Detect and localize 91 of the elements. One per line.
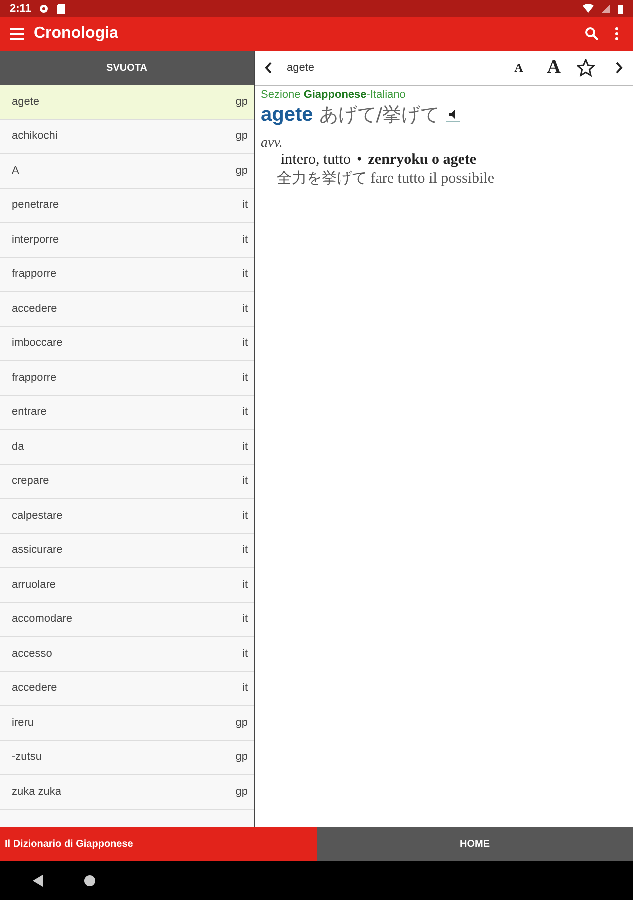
history-item[interactable]: interporre it	[0, 223, 254, 258]
language-code: it	[242, 302, 248, 315]
language-code: gp	[236, 96, 248, 108]
language-code: it	[242, 406, 248, 418]
wifi-icon	[583, 4, 594, 13]
menu-icon[interactable]	[10, 28, 24, 40]
history-item[interactable]: accedere it	[0, 292, 254, 326]
bullet: •	[357, 152, 362, 169]
history-item[interactable]: penetrare it	[0, 188, 254, 223]
history-item[interactable]: ireru gp	[0, 706, 254, 740]
history-item[interactable]: accomodare it	[0, 602, 254, 637]
clear-button[interactable]: SVUOTA	[0, 51, 254, 85]
meaning: intero, tutto	[281, 152, 351, 169]
gear-icon	[39, 4, 50, 14]
language-code: gp	[236, 716, 248, 729]
history-word: accedere	[12, 302, 58, 315]
history-item[interactable]: imboccare it	[0, 326, 254, 361]
history-word: crepare	[12, 475, 50, 488]
language-code: it	[242, 648, 248, 660]
language-code: it	[242, 268, 248, 280]
font-smaller-button[interactable]: A	[506, 60, 532, 76]
history-item[interactable]: frapporre it	[0, 258, 254, 292]
history-word: entrare	[12, 406, 47, 418]
history-item[interactable]: accedere it	[0, 672, 254, 706]
phrase: zenryoku o agete	[368, 152, 477, 169]
history-item[interactable]: frapporre it	[0, 361, 254, 396]
history-word: da	[12, 440, 24, 453]
history-word: accesso	[12, 648, 52, 660]
app-name: Il Dizionario di Giapponese	[0, 827, 317, 861]
history-item[interactable]: arruolare it	[0, 568, 254, 602]
example: 全力を挙げて fare tutto il possibile	[276, 170, 496, 188]
language-code: it	[242, 440, 248, 453]
language-code: it	[242, 372, 248, 384]
history-word: agete	[12, 96, 40, 108]
history-word: imboccare	[12, 337, 63, 350]
history-item[interactable]: entrare it	[0, 396, 254, 430]
home-icon[interactable]	[84, 874, 96, 886]
history-word: accedere	[12, 682, 58, 694]
history-word: -zutsu	[12, 751, 42, 764]
language-code: gp	[236, 751, 248, 764]
section-label: Sezione Giapponese-Italiano	[261, 89, 407, 101]
part-of-speech: avv.	[261, 136, 284, 152]
history-item[interactable]: achikochi gp	[0, 120, 254, 154]
history-word: accomodare	[12, 613, 73, 626]
status-time: 2:11	[10, 2, 32, 14]
history-word: penetrare	[12, 199, 60, 212]
history-word: zuka zuka	[12, 786, 62, 798]
history-item[interactable]: crepare it	[0, 464, 254, 499]
history-word: A	[12, 164, 20, 177]
language-code: it	[242, 475, 248, 488]
history-word: calpestare	[12, 510, 63, 522]
history-item[interactable]: calpestare it	[0, 499, 254, 534]
language-code: it	[242, 682, 248, 694]
star-icon[interactable]	[577, 59, 595, 77]
back-icon[interactable]	[265, 62, 273, 74]
search-icon[interactable]	[585, 27, 599, 41]
language-code: it	[242, 337, 248, 350]
battery-icon	[618, 4, 623, 14]
language-code: gp	[236, 164, 248, 177]
history-item[interactable]: accesso it	[0, 637, 254, 672]
language-code: gp	[236, 786, 248, 798]
history-word: assicurare	[12, 544, 63, 556]
language-code: it	[242, 510, 248, 522]
history-word: achikochi	[12, 130, 58, 142]
language-code: it	[242, 613, 248, 626]
history-word: frapporre	[12, 268, 57, 280]
home-button[interactable]: HOME	[317, 827, 633, 861]
history-word: arruolare	[12, 578, 56, 591]
signal-icon	[602, 4, 610, 12]
app-bar-title: Cronologia	[34, 25, 120, 43]
speaker-icon[interactable]	[446, 108, 460, 122]
history-word: interporre	[12, 234, 60, 246]
language-code: gp	[236, 130, 248, 142]
history-item[interactable]: agete gp	[0, 85, 254, 120]
reading: あげて/挙げて	[319, 103, 440, 128]
font-larger-button[interactable]: A	[539, 57, 569, 79]
language-code: it	[242, 578, 248, 591]
history-item[interactable]: A gp	[0, 154, 254, 188]
headword: agete	[261, 104, 314, 126]
sd-card-icon	[57, 4, 66, 14]
history-item[interactable]: da it	[0, 430, 254, 464]
search-query[interactable]: agete	[281, 62, 499, 74]
history-item[interactable]: -zutsu gp	[0, 740, 254, 775]
back-icon[interactable]	[32, 874, 44, 886]
forward-icon[interactable]	[615, 62, 623, 74]
history-word: frapporre	[12, 372, 57, 384]
language-code: it	[242, 544, 248, 556]
language-code: it	[242, 199, 248, 212]
history-item[interactable]: assicurare it	[0, 534, 254, 568]
history-word: ireru	[12, 716, 34, 729]
language-code: it	[242, 234, 248, 246]
